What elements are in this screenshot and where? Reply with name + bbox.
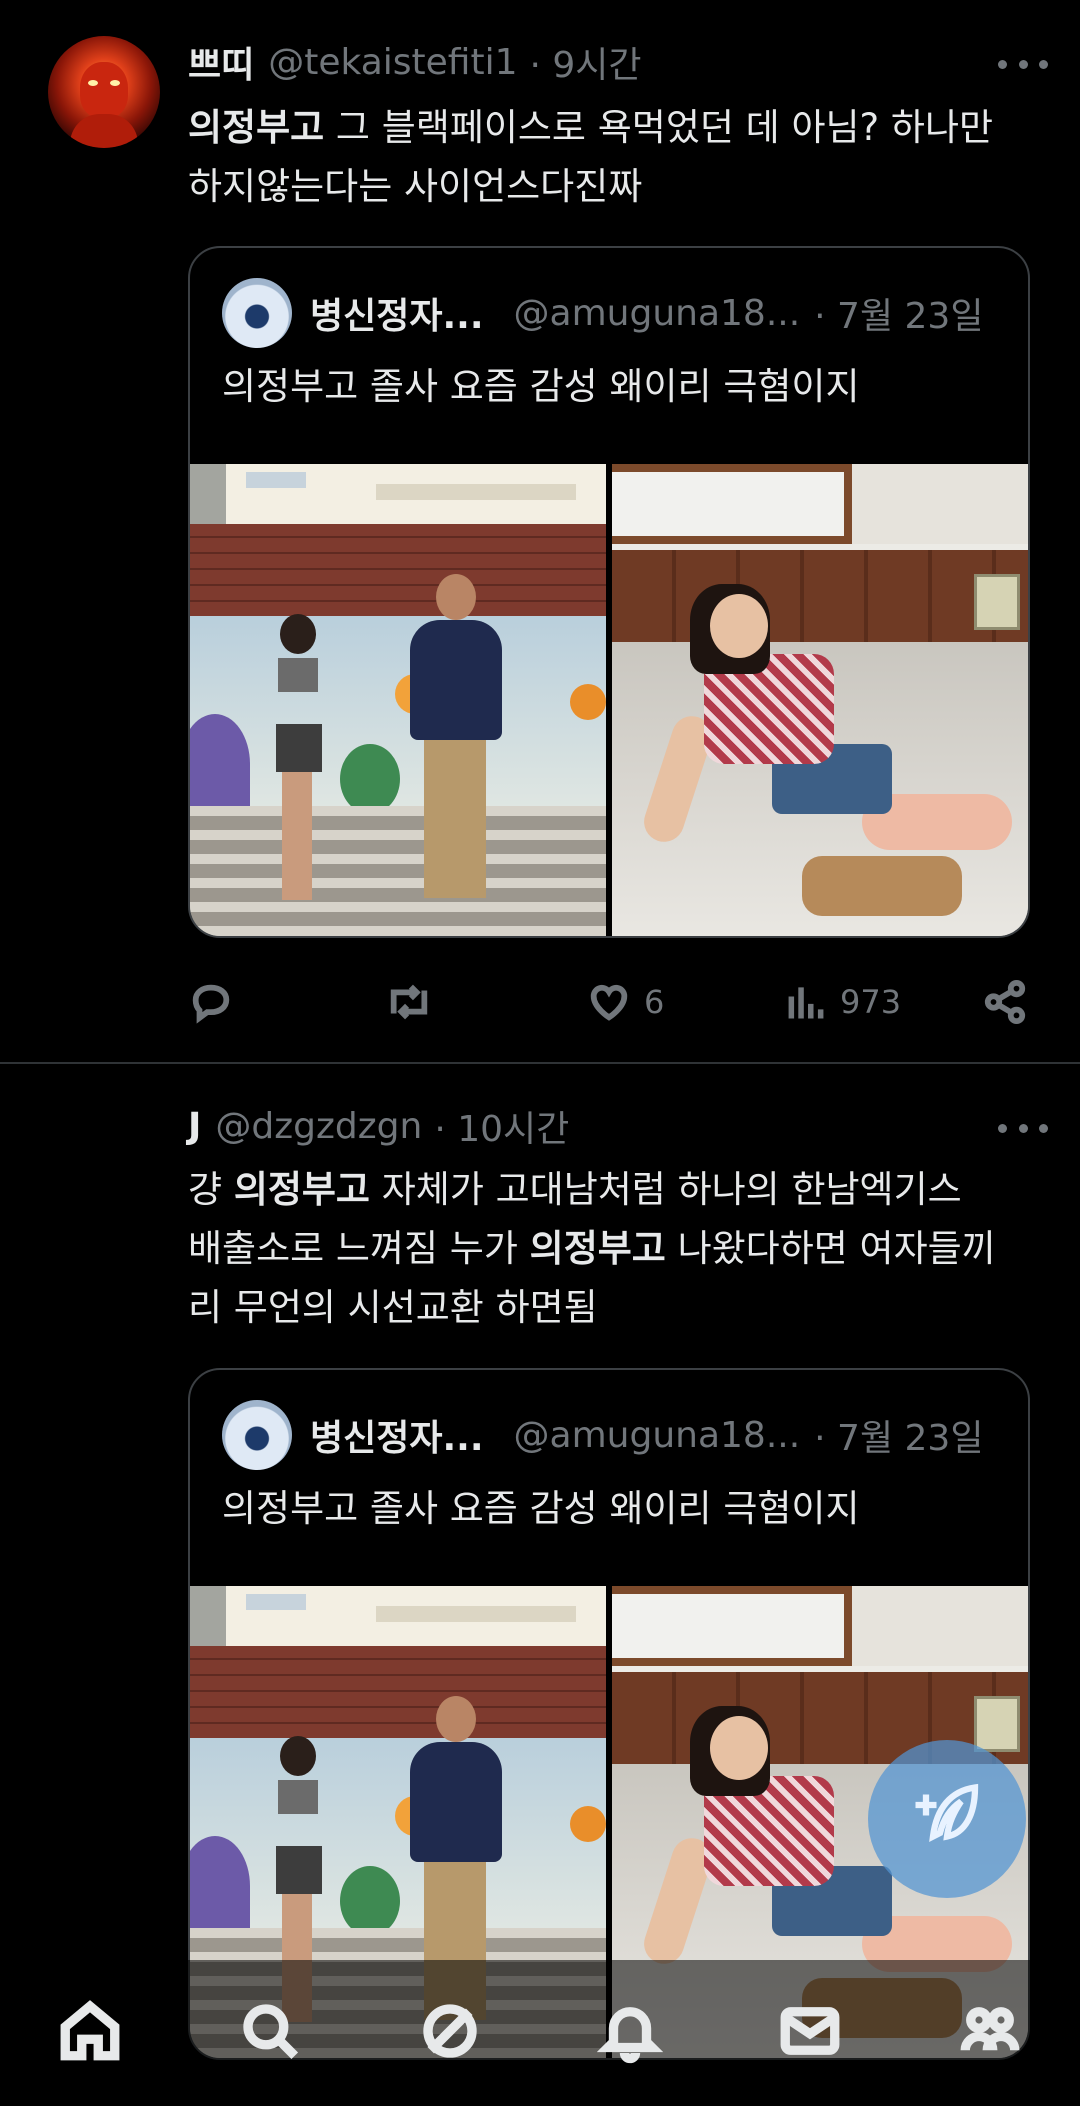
home-icon: [60, 2000, 120, 2061]
media-grid: [190, 464, 1028, 936]
quoted-tweet[interactable]: 병신정자... @amuguna18... · 7월 23일 의정부고 졸사 요…: [188, 1368, 1030, 2060]
nav-communities[interactable]: [957, 1998, 1023, 2068]
compose-icon: [915, 1783, 979, 1842]
communities-icon: [960, 2007, 1020, 2051]
handle: @amuguna18...: [513, 292, 801, 334]
grok-icon: [423, 2004, 477, 2058]
compose-button[interactable]: [868, 1740, 1026, 1898]
tweet-text-line: 나왔다하면 여자들끼: [665, 1227, 996, 1270]
display-name: 병신정자...: [310, 1418, 484, 1459]
tweet-text-line: 리 무언의 시선교환 하면됨: [188, 1286, 598, 1329]
display-name[interactable]: 쁘띠: [188, 36, 254, 88]
tweet-text: 걍 의정부고 자체가 고대남처럼 하나의 한남엑기스 배출소로 느껴짐 누가 의…: [188, 1160, 1048, 1337]
nav-search[interactable]: [237, 1998, 303, 2068]
tweet-text-line: 하지않는다는 사이언스다진짜: [188, 165, 643, 208]
tweet-header: J @dzgzdzgn · 10시간: [188, 1100, 569, 1152]
photo-classroom[interactable]: [612, 464, 1028, 936]
more-icon[interactable]: [998, 54, 1048, 74]
tweet-actions: 6 973: [188, 974, 1030, 1030]
display-name[interactable]: J: [188, 1106, 201, 1147]
like-count: 6: [644, 983, 665, 1021]
highlight-term[interactable]: 의정부고: [234, 1168, 370, 1211]
views-icon: [788, 987, 824, 1019]
quoted-tweet-text: 의정부고 졸사 요즘 감성 왜이리 극혐이지: [222, 365, 860, 408]
search-icon: [243, 2004, 299, 2060]
highlight-term[interactable]: 의정부고: [530, 1227, 666, 1270]
tweet-text-line: 걍: [188, 1168, 234, 1211]
quoted-tweet-text: 의정부고 졸사 요즘 감성 왜이리 극혐이지: [222, 1487, 860, 1530]
share-icon: [984, 979, 1026, 1025]
retweet-icon: [390, 984, 428, 1020]
handle: @amuguna18...: [513, 1414, 801, 1456]
tweet-text: 의정부고 그 블랙페이스로 욕먹었던 데 아님? 하나만 하지않는다는 사이언스…: [188, 98, 1048, 216]
timestamp: · 7월 23일: [814, 296, 984, 337]
like-button[interactable]: 6: [586, 974, 664, 1030]
quoted-tweet-header: 병신정자... @amuguna18... · 7월 23일: [222, 1400, 983, 1470]
tweet-text-line: 자체가 고대남처럼 하나의 한남엑기스: [369, 1168, 962, 1211]
timestamp: · 7월 23일: [814, 1418, 984, 1459]
share-button[interactable]: [982, 974, 1028, 1030]
bottom-navigation: [0, 1960, 1080, 2106]
display-name: 병신정자...: [310, 296, 484, 337]
quoted-tweet-header: 병신정자... @amuguna18... · 7월 23일: [222, 278, 983, 348]
tweet-text-line: 그 블랙페이스로 욕먹었던 데 아님? 하나만: [324, 106, 994, 149]
handle[interactable]: @tekaistefiti1: [268, 42, 517, 83]
retweet-button[interactable]: [384, 974, 446, 1030]
timestamp[interactable]: · 9시간: [530, 36, 642, 88]
handle[interactable]: @dzgzdzgn: [215, 1106, 422, 1147]
quoted-tweet[interactable]: 병신정자... @amuguna18... · 7월 23일 의정부고 졸사 요…: [188, 246, 1030, 938]
reply-button[interactable]: [188, 974, 246, 1030]
avatar: [222, 1400, 292, 1470]
nav-notifications[interactable]: [596, 1998, 664, 2068]
views-count: 973: [840, 983, 902, 1021]
nav-home[interactable]: [57, 1998, 123, 2068]
more-icon[interactable]: [998, 1118, 1048, 1138]
avatar[interactable]: [48, 36, 160, 148]
notifications-icon: [596, 2007, 664, 2064]
heart-icon: [590, 984, 628, 1021]
views-button[interactable]: 973: [784, 974, 901, 1030]
tweet-text-line: 배출소로 느껴짐 누가: [188, 1227, 530, 1270]
reply-icon: [192, 984, 230, 1024]
avatar: [222, 278, 292, 348]
tweet-header: 쁘띠 @tekaistefiti1 · 9시간: [188, 36, 642, 88]
nav-messages[interactable]: [777, 1998, 843, 2068]
photo-street[interactable]: [190, 464, 606, 936]
avatar[interactable]: [48, 1100, 160, 1212]
messages-icon: [780, 2007, 840, 2055]
timestamp[interactable]: · 10시간: [434, 1100, 569, 1152]
highlight-term[interactable]: 의정부고: [188, 106, 324, 149]
nav-grok[interactable]: [417, 1998, 483, 2068]
